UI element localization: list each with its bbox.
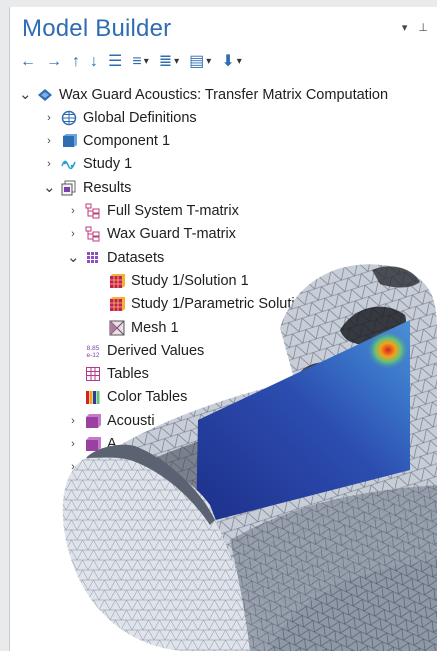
tree-node-label: Results <box>83 179 132 196</box>
tree-node-label: Component 1 <box>83 133 171 150</box>
arrow-left-icon[interactable]: ← <box>20 51 36 73</box>
tree-node[interactable]: › <box>10 502 107 525</box>
arrow-up-icon[interactable]: ↑ <box>72 51 80 73</box>
mesh-icon <box>109 320 125 336</box>
datasets-icon <box>85 250 101 266</box>
tree-node[interactable]: › <box>10 572 131 595</box>
arrow-down-icon[interactable]: ↓ <box>90 51 98 73</box>
tree-node[interactable]: ⌄ <box>10 526 107 549</box>
model-builder-toolbar: ← → ↑ ↓ ☰ ≡ ▾ ≣ ▾ ▤ ▾ ⬇ ▾ <box>20 51 252 73</box>
tree-node[interactable]: › <box>10 479 107 502</box>
tree-node[interactable]: ⌄ Results <box>10 176 131 199</box>
derived-values-icon: 8.85 e-12 <box>85 343 101 359</box>
solution-icon <box>109 273 125 289</box>
tree-node[interactable]: Mesh 1 <box>10 316 179 339</box>
svg-text:e-12: e-12 <box>86 352 99 359</box>
chevron-down-icon[interactable]: ▾ <box>144 51 149 73</box>
chevron-right-icon[interactable]: › <box>67 228 79 240</box>
tree-node[interactable]: Study 1/Solution 1 <box>10 269 249 292</box>
tree-node[interactable]: › Component 1 <box>10 130 170 153</box>
tree-node[interactable]: 8.85 e-12 Derived Values <box>10 339 204 362</box>
chevron-down-icon[interactable]: ⌄ <box>67 250 80 265</box>
tree-node-label: Acousti <box>107 412 155 429</box>
model-icon <box>37 87 53 103</box>
chevron-down-icon[interactable]: ⌄ <box>19 87 32 102</box>
tree-node-label: Wax Guard Acoustics: Transfer Matrix Com… <box>59 86 389 103</box>
expand-icon[interactable]: ≣ <box>159 51 172 73</box>
tree-node-label: Study 1/Parametric Solution <box>131 296 311 313</box>
tree-node-label: Tables <box>107 366 149 383</box>
tree-node-label: Full System T-matrix <box>107 203 239 219</box>
chevron-down-icon[interactable]: ▾ <box>174 51 179 73</box>
color-tables-icon <box>85 389 101 405</box>
collapse-icon[interactable]: ≡ <box>132 51 141 73</box>
chevron-right-icon[interactable]: › <box>91 578 103 590</box>
tree-node[interactable]: Tables <box>10 363 149 386</box>
arrow-right-icon[interactable]: → <box>46 51 62 73</box>
tree-node-label: Wax Guard T-matrix <box>107 226 236 243</box>
chevron-down-icon[interactable]: ⌄ <box>43 180 56 195</box>
tree-node[interactable]: › <box>10 456 107 479</box>
panel-window-controls[interactable]: ▾ ⊥ <box>394 21 428 34</box>
panel-menu-icon[interactable]: ▾ <box>402 22 408 34</box>
tree-node-label: Mesh 1 <box>131 319 179 336</box>
tree-node[interactable]: Study 1/Parametric Solution <box>10 293 311 316</box>
plot-group-icon <box>85 506 101 522</box>
pin-icon[interactable]: ⊥ <box>418 22 428 34</box>
tree-node-label: A <box>107 436 117 452</box>
chevron-right-icon[interactable]: › <box>43 135 55 147</box>
chevron-right-icon[interactable]: › <box>67 508 79 520</box>
tree-node[interactable]: › Wax Guard T-matrix <box>10 223 236 246</box>
chevron-right-icon[interactable]: › <box>67 461 79 473</box>
globe-icon <box>61 110 77 126</box>
model-builder-panel: Model Builder ▾ ⊥ ← → ↑ ↓ ☰ ≡ ▾ ≣ ▾ ▤ ▾ ⬇ ▾ ⌄ Wax Gua… <box>9 7 437 651</box>
plot-group-icon <box>85 436 101 452</box>
plot-group-icon <box>85 413 101 429</box>
chevron-right-icon[interactable]: › <box>67 485 79 497</box>
tree-node-label: Study 1 <box>83 156 133 173</box>
results-icon <box>61 180 77 196</box>
tree-node-label: Color Tables <box>107 389 188 406</box>
tree-node[interactable]: ⌄ Datasets <box>10 246 164 269</box>
chevron-right-icon[interactable]: › <box>67 205 79 217</box>
plot-group-icon <box>85 529 101 545</box>
filter-icon[interactable]: ⬇ <box>221 51 234 73</box>
chevron-down-icon[interactable]: ▾ <box>206 51 211 73</box>
options-icon[interactable]: ▤ <box>189 51 204 73</box>
tree-node[interactable]: › A <box>10 433 117 456</box>
plot-group-icon <box>85 459 101 475</box>
tree-node-label: Derived Values <box>107 342 205 359</box>
chevron-down-icon[interactable]: ⌄ <box>67 529 80 544</box>
panel-title: Model Builder <box>22 15 172 42</box>
plot-group-icon <box>85 483 101 499</box>
tree-node[interactable] <box>10 549 109 572</box>
tree-node-label: Study 1/Solution 1 <box>131 272 249 289</box>
tree-node-label: Datasets <box>107 249 165 266</box>
study-icon <box>61 156 77 172</box>
chevron-right-icon[interactable]: › <box>67 438 79 450</box>
tree-node[interactable]: Color Tables <box>10 386 187 409</box>
chevron-right-icon[interactable]: › <box>67 415 79 427</box>
solution-icon <box>109 296 125 312</box>
tree-node[interactable]: › Acousti <box>10 409 155 432</box>
tree-node[interactable]: › Full System T-matrix <box>10 200 239 223</box>
tree-node-label: Global Definitions <box>83 109 197 126</box>
component-icon <box>61 133 77 149</box>
show-icon[interactable]: ☰ <box>108 51 122 73</box>
chevron-right-icon[interactable]: › <box>43 112 55 124</box>
chevron-down-icon[interactable]: ▾ <box>237 51 242 73</box>
tree-node[interactable]: ⌄ Wax Guard Acoustics: Transfer Matrix Co… <box>10 83 388 106</box>
tree-node[interactable]: › Study 1 <box>10 153 132 176</box>
table-tree-icon <box>85 226 101 242</box>
table-tree-icon <box>85 203 101 219</box>
export-icon <box>109 576 125 592</box>
tree-node[interactable]: › Global Definitions <box>10 106 197 129</box>
chevron-right-icon[interactable]: › <box>43 158 55 170</box>
svg-text:8.85: 8.85 <box>87 345 100 352</box>
tables-icon <box>85 366 101 382</box>
